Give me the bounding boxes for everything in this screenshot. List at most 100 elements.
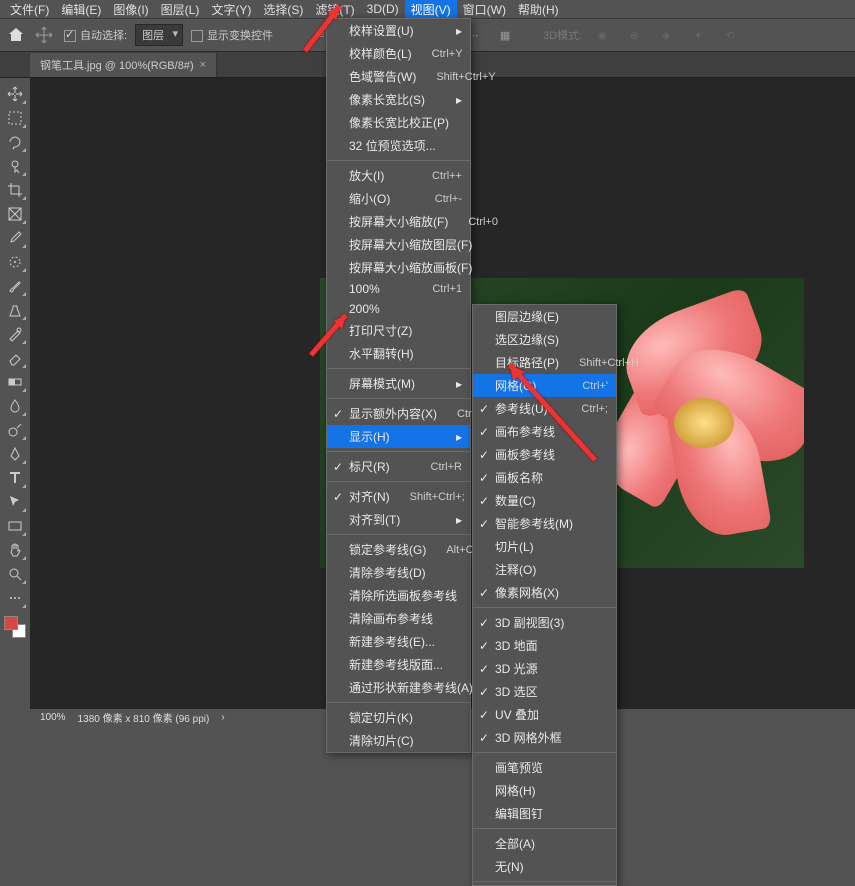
menu-item[interactable]: ✓智能参考线(M) (473, 512, 616, 535)
overlap-icon[interactable]: ▦ (496, 26, 514, 44)
crop-tool[interactable] (3, 179, 27, 201)
menu-item[interactable]: 像素长宽比(S)▸ (327, 88, 470, 111)
menu-item[interactable]: 无(N) (473, 855, 616, 878)
type-tool[interactable] (3, 467, 27, 489)
menu-item[interactable]: 切片(L) (473, 535, 616, 558)
rectangle-tool[interactable] (3, 515, 27, 537)
menu-item[interactable]: ✓对齐(N)Shift+Ctrl+; (327, 485, 470, 508)
dodge-tool[interactable] (3, 419, 27, 441)
show-submenu[interactable]: 图层边缘(E)选区边缘(S)目标路径(P)Shift+Ctrl+H网格(G)Ct… (472, 304, 617, 886)
menu-item[interactable]: 文件(F) (4, 0, 55, 20)
menu-item[interactable]: 文字(Y) (205, 0, 257, 20)
spot-heal-tool[interactable] (3, 251, 27, 273)
home-icon[interactable] (8, 27, 24, 43)
menu-item[interactable]: 色域警告(W)Shift+Ctrl+Y (327, 65, 470, 88)
menu-item[interactable]: 水平翻转(H) (327, 342, 470, 365)
edit-toolbar-tool[interactable] (3, 587, 27, 609)
menu-item[interactable]: 全部(A) (473, 832, 616, 855)
menu-item[interactable]: 选择(S) (257, 0, 309, 20)
menu-item[interactable]: ✓3D 选区 (473, 680, 616, 703)
chevron-right-icon[interactable]: › (221, 712, 224, 723)
clone-tool[interactable] (3, 299, 27, 321)
document-tab[interactable]: 钢笔工具.jpg @ 100%(RGB/8#) × (30, 53, 217, 77)
eyedropper-tool[interactable] (3, 227, 27, 249)
menu-item[interactable]: ✓标尺(R)Ctrl+R (327, 455, 470, 478)
menu-item[interactable]: 窗口(W) (457, 0, 512, 20)
show-transform-checkbox[interactable]: 显示变换控件 (191, 27, 273, 43)
zoom-level[interactable]: 100% (40, 712, 66, 723)
quick-select-tool[interactable] (3, 155, 27, 177)
menu-item[interactable]: 打印尺寸(Z) (327, 319, 470, 342)
menu-item[interactable]: 新建参考线(E)... (327, 630, 470, 653)
menu-item[interactable]: 按屏幕大小缩放图层(F) (327, 233, 470, 256)
menu-item[interactable]: ✓像素网格(X) (473, 581, 616, 604)
menu-item[interactable]: 通过形状新建参考线(A) (327, 676, 470, 699)
menu-item[interactable]: 3D(D) (361, 0, 405, 18)
menu-item[interactable]: 清除切片(C) (327, 729, 470, 752)
menu-item[interactable]: 锁定切片(K) (327, 706, 470, 729)
menu-item[interactable]: 网格(G)Ctrl+' (473, 374, 616, 397)
menu-item[interactable]: ✓参考线(U)Ctrl+; (473, 397, 616, 420)
menu-item[interactable]: 锁定参考线(G)Alt+Ctrl+; (327, 538, 470, 561)
eraser-tool[interactable] (3, 347, 27, 369)
menu-item[interactable]: ✓3D 地面 (473, 634, 616, 657)
frame-tool[interactable] (3, 203, 27, 225)
menu-item[interactable]: 200% (327, 299, 470, 319)
menu-item[interactable]: 校样设置(U)▸ (327, 19, 470, 42)
pen-tool[interactable] (3, 443, 27, 465)
menu-item[interactable]: 对齐到(T)▸ (327, 508, 470, 531)
blur-tool[interactable] (3, 395, 27, 417)
menu-item[interactable]: 帮助(H) (512, 0, 565, 20)
close-tab-icon[interactable]: × (200, 59, 206, 71)
color-swatch[interactable] (4, 616, 26, 638)
lasso-tool[interactable] (3, 131, 27, 153)
menu-item[interactable]: 像素长宽比校正(P) (327, 111, 470, 134)
menu-item[interactable]: 编辑(E) (55, 0, 107, 20)
rect-marquee-tool[interactable] (3, 107, 27, 129)
hand-tool[interactable] (3, 539, 27, 561)
menu-item[interactable]: 屏幕模式(M)▸ (327, 372, 470, 395)
menu-item[interactable]: 编辑图钉 (473, 802, 616, 825)
menu-item[interactable]: 视图(V) (405, 0, 457, 20)
path-select-tool[interactable] (3, 491, 27, 513)
menu-item[interactable]: ✓数量(C) (473, 489, 616, 512)
menu-item[interactable]: 选区边缘(S) (473, 328, 616, 351)
auto-select-checkbox[interactable]: 自动选择: (64, 27, 127, 43)
menu-item[interactable]: 按屏幕大小缩放画板(F) (327, 256, 470, 279)
menu-item[interactable]: 清除参考线(D) (327, 561, 470, 584)
menu-item[interactable]: 按屏幕大小缩放(F)Ctrl+0 (327, 210, 470, 233)
menu-item[interactable]: 画笔预览 (473, 756, 616, 779)
menu-item[interactable]: 100%Ctrl+1 (327, 279, 470, 299)
menu-item[interactable]: ✓显示额外内容(X)Ctrl+H (327, 402, 470, 425)
layer-dropdown[interactable]: 图层 (135, 24, 183, 46)
menu-item[interactable]: 目标路径(P)Shift+Ctrl+H (473, 351, 616, 374)
zoom-tool[interactable] (3, 563, 27, 585)
menu-item[interactable]: 图像(I) (107, 0, 154, 20)
menu-item[interactable]: 放大(I)Ctrl++ (327, 164, 470, 187)
menu-item[interactable]: ✓画布参考线 (473, 420, 616, 443)
menu-item[interactable]: 清除所选画板参考线 (327, 584, 470, 607)
menu-item[interactable]: 32 位预览选项... (327, 134, 470, 157)
gradient-tool[interactable] (3, 371, 27, 393)
menu-item[interactable]: ✓3D 光源 (473, 657, 616, 680)
menu-item[interactable]: 图层(L) (155, 0, 206, 20)
menu-item[interactable]: 显示(H)▸ (327, 425, 470, 448)
menu-item[interactable]: ✓UV 叠加 (473, 703, 616, 726)
menu-item[interactable]: 新建参考线版面... (327, 653, 470, 676)
menu-item[interactable]: ✓3D 副视图(3) (473, 611, 616, 634)
menu-item[interactable]: ✓画板参考线 (473, 443, 616, 466)
menu-item[interactable]: 网格(H) (473, 779, 616, 802)
history-brush-tool[interactable] (3, 323, 27, 345)
menu-item[interactable]: 注释(O) (473, 558, 616, 581)
view-menu[interactable]: 校样设置(U)▸校样颜色(L)Ctrl+Y色域警告(W)Shift+Ctrl+Y… (326, 18, 471, 753)
brush-tool[interactable] (3, 275, 27, 297)
menu-item[interactable]: ✓画板名称 (473, 466, 616, 489)
menu-item[interactable]: 清除画布参考线 (327, 607, 470, 630)
menu-item[interactable]: 图层边缘(E) (473, 305, 616, 328)
move-tool[interactable] (3, 83, 27, 105)
menu-item[interactable]: 校样颜色(L)Ctrl+Y (327, 42, 470, 65)
menu-item[interactable]: 缩小(O)Ctrl+- (327, 187, 470, 210)
menu-item[interactable]: ✓3D 网格外框 (473, 726, 616, 749)
3d-orbit-icon: ◉ (593, 26, 611, 44)
menu-item[interactable]: 滤镜(T) (309, 0, 360, 20)
